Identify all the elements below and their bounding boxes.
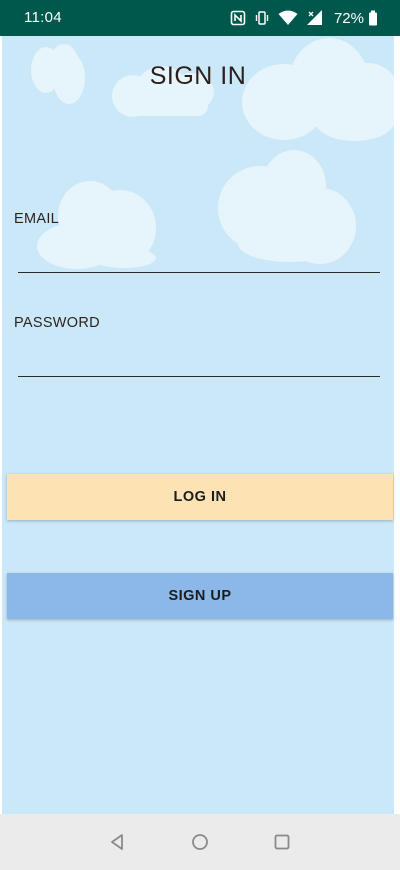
- wifi-icon: [278, 10, 298, 26]
- status-bar: 11:04 72%: [0, 0, 400, 36]
- email-field[interactable]: [18, 245, 380, 273]
- sky-background: [2, 36, 394, 814]
- recents-icon[interactable]: [272, 832, 292, 852]
- password-field[interactable]: [18, 349, 380, 377]
- password-label: PASSWORD: [14, 315, 100, 331]
- navigation-bar: [0, 814, 400, 870]
- status-icons: 72%: [230, 8, 378, 28]
- login-button[interactable]: LOG IN: [7, 474, 393, 520]
- vibrate-icon: [254, 10, 270, 26]
- back-icon[interactable]: [108, 832, 128, 852]
- clouds-decoration: [31, 38, 394, 269]
- sign-in-screen: SIGN IN EMAIL PASSWORD LOG IN SIGN UP: [0, 36, 400, 814]
- home-icon[interactable]: [190, 832, 210, 852]
- email-label: EMAIL: [14, 211, 60, 227]
- status-time: 11:04: [24, 9, 62, 26]
- signup-button[interactable]: SIGN UP: [7, 573, 393, 619]
- page-title: SIGN IN: [149, 62, 247, 90]
- cell-signal-icon: [306, 10, 324, 26]
- nfc-icon: [230, 10, 246, 26]
- battery-percent: 72%: [333, 9, 364, 27]
- battery-icon: [368, 10, 378, 26]
